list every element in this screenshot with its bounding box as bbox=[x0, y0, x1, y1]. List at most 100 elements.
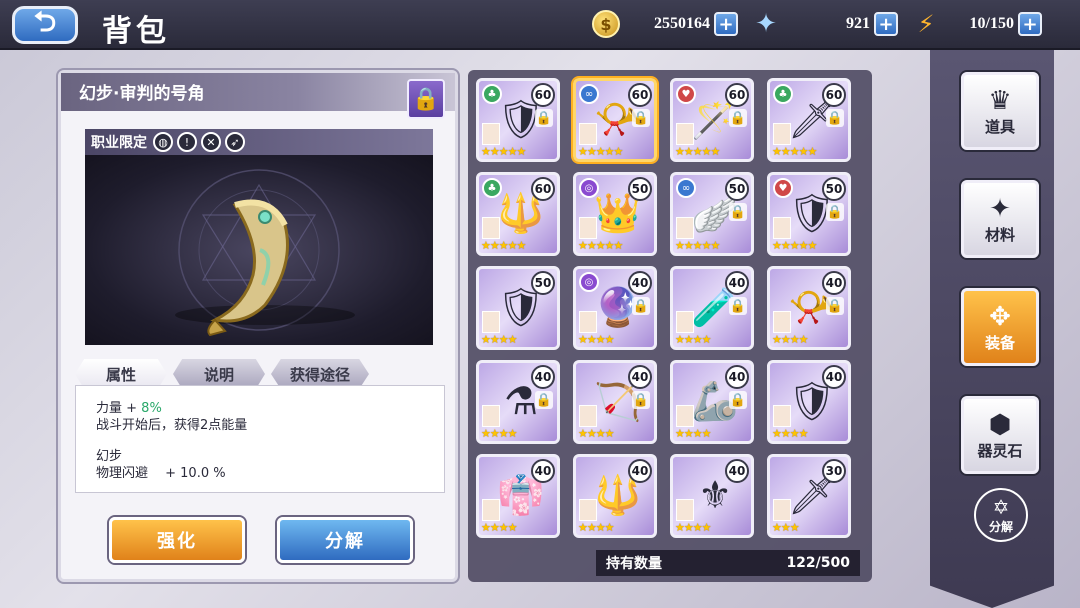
padlock-icon: 🔒 bbox=[535, 109, 553, 127]
inventory-item[interactable]: ⚗ 40 🔒 ★★★★ bbox=[476, 360, 560, 444]
item-level-badge: 50 bbox=[725, 177, 749, 201]
inventory-item[interactable]: 🔱 40 ★★★★ bbox=[573, 454, 657, 538]
inventory-item[interactable]: ♣ 🛡 60 🔒 ★★★★★ bbox=[476, 78, 560, 162]
inventory-item[interactable]: ♣ 🔱 60 ★★★★★ bbox=[476, 172, 560, 256]
stat-strength-value: 8% bbox=[141, 401, 162, 416]
inventory-item[interactable]: ♣ 🗡 60 🔒 ★★★★★ bbox=[767, 78, 851, 162]
padlock-icon: 🔒 bbox=[729, 391, 747, 409]
inventory-item[interactable]: 🦾 40 🔒 ★★★★ bbox=[670, 360, 754, 444]
sidebar-item-label: 材料 bbox=[984, 225, 1015, 244]
equipped-character-avatar bbox=[482, 405, 500, 427]
equipped-character-avatar bbox=[482, 123, 500, 145]
star-rating: ★★★★ bbox=[578, 427, 614, 440]
sidebar-item-label: 器灵石 bbox=[977, 441, 1023, 460]
back-button[interactable]: ⮌ bbox=[12, 5, 78, 44]
horn-artwork-icon bbox=[175, 169, 355, 337]
inventory-item[interactable]: ◎ 🔮 40 🔒 ★★★★ bbox=[573, 266, 657, 350]
item-level-badge: 60 bbox=[822, 83, 846, 107]
top-bar: ⮌ 背包 $ 2550164 + ✦ 921 + ⚡ 10/150 + bbox=[0, 0, 1080, 50]
add-gem-button[interactable]: + bbox=[874, 12, 898, 36]
inventory-item[interactable]: ∞ 🪽 50 🔒 ★★★★★ bbox=[670, 172, 754, 256]
star-rating: ★★★★ bbox=[481, 333, 517, 346]
item-level-badge: 40 bbox=[628, 271, 652, 295]
class-restriction-bar: 职业限定 ◍ ! ✕ ➶ bbox=[85, 129, 433, 155]
equipped-character-avatar bbox=[482, 499, 500, 521]
inventory-item[interactable]: 👘 40 ★★★★ bbox=[476, 454, 560, 538]
padlock-icon: 🔒 bbox=[826, 109, 844, 127]
crystal-icon: ✦ bbox=[989, 193, 1011, 224]
decompose-button[interactable]: 分解 bbox=[277, 517, 413, 563]
star-rating: ★★★★ bbox=[675, 333, 711, 346]
gold-value: 2550164 bbox=[654, 15, 710, 32]
padlock-icon: 🔒 bbox=[632, 391, 650, 409]
stat-line-strength: 力量 + 8% bbox=[96, 400, 424, 417]
inventory-item[interactable]: 🏹 40 🔒 ★★★★ bbox=[573, 360, 657, 444]
set-name: 幻步 bbox=[96, 449, 123, 464]
sidebar-decompose-button[interactable]: ✡ 分解 bbox=[974, 488, 1028, 542]
equipped-character-avatar bbox=[676, 499, 694, 521]
equipped-character-avatar bbox=[482, 217, 500, 239]
equipped-character-avatar bbox=[676, 123, 694, 145]
equipped-character-avatar bbox=[579, 123, 597, 145]
equipped-character-avatar bbox=[773, 217, 791, 239]
stat-strength-label: 力量 + bbox=[96, 401, 142, 416]
add-gold-button[interactable]: + bbox=[714, 12, 738, 36]
back-arrow-icon: ⮌ bbox=[33, 5, 57, 38]
spirit-stone-icon: ⬢ bbox=[988, 409, 1012, 440]
inventory-item[interactable]: 🗡 30 ★★★ bbox=[767, 454, 851, 538]
inventory-item[interactable]: 🧪 40 🔒 ★★★★ bbox=[670, 266, 754, 350]
coin-icon: $ bbox=[592, 10, 620, 38]
padlock-icon: 🔒 bbox=[729, 297, 747, 315]
inventory-item[interactable]: 📯 40 🔒 ★★★★ bbox=[767, 266, 851, 350]
inventory-item[interactable]: 🛡 40 ★★★★ bbox=[767, 360, 851, 444]
stat-line-evasion: 物理闪避 + 10.0 % bbox=[96, 466, 226, 481]
page-title: 背包 bbox=[102, 14, 170, 49]
item-level-badge: 60 bbox=[725, 83, 749, 107]
inventory-item[interactable]: 🛡 50 ★★★★ bbox=[476, 266, 560, 350]
star-rating: ★★★★★ bbox=[578, 239, 623, 252]
inventory-item[interactable]: ♥ 🛡 50 🔒 ★★★★★ bbox=[767, 172, 851, 256]
item-level-badge: 50 bbox=[628, 177, 652, 201]
pentagram-icon: ✡ bbox=[992, 494, 1010, 519]
item-name: 幻步·审判的号角 bbox=[79, 84, 205, 104]
item-level-badge: 50 bbox=[531, 271, 555, 295]
swords-class-icon: ✕ bbox=[201, 132, 221, 152]
sidebar-item-label: 装备 bbox=[984, 333, 1015, 352]
equipped-character-avatar bbox=[579, 217, 597, 239]
stat-line-energy: 战斗开始后，获得2点能量 bbox=[96, 418, 248, 433]
count-value: 122/500 bbox=[786, 555, 850, 571]
padlock-icon: 🔒 bbox=[632, 297, 650, 315]
enhance-button[interactable]: 强化 bbox=[109, 517, 245, 563]
padlock-icon: 🔒 bbox=[632, 109, 650, 127]
gem-value: 921 bbox=[846, 15, 870, 32]
sidebar-item-materials[interactable]: ✦ 材料 bbox=[961, 180, 1039, 258]
inventory-item[interactable]: ◎ 👑 50 ★★★★★ bbox=[573, 172, 657, 256]
shield-class-icon: ◍ bbox=[153, 132, 173, 152]
star-rating: ★★★★ bbox=[772, 333, 808, 346]
item-level-badge: 40 bbox=[725, 459, 749, 483]
equipped-character-avatar bbox=[579, 499, 597, 521]
item-level-badge: 60 bbox=[628, 83, 652, 107]
sidebar-item-props[interactable]: ♛ 道具 bbox=[961, 72, 1039, 150]
equipped-character-avatar bbox=[579, 311, 597, 333]
inventory-item[interactable]: ♥ 🪄 60 🔒 ★★★★★ bbox=[670, 78, 754, 162]
item-name-bar: 幻步·审判的号角 bbox=[61, 73, 455, 111]
equipped-character-avatar bbox=[773, 123, 791, 145]
inventory-item[interactable]: ⚜ 40 ★★★★ bbox=[670, 454, 754, 538]
padlock-icon: 🔒 bbox=[826, 203, 844, 221]
star-rating: ★★★★★ bbox=[772, 145, 817, 158]
sidebar-item-spirit-stones[interactable]: ⬢ 器灵石 bbox=[961, 396, 1039, 474]
inventory-grid: ♣ 🛡 60 🔒 ★★★★★ ∞ 📯 60 🔒 ★★★★★ ♥ 🪄 60 🔒 ★★★★★ ♣ 🗡 60 🔒 ★★★★★… bbox=[476, 78, 868, 548]
item-level-badge: 60 bbox=[531, 83, 555, 107]
sidebar-item-equipment[interactable]: ✥ 装备 bbox=[961, 288, 1039, 366]
star-rating: ★★★★★ bbox=[675, 145, 720, 158]
item-level-badge: 50 bbox=[822, 177, 846, 201]
star-rating: ★★★★ bbox=[578, 521, 614, 534]
armor-icon: ✥ bbox=[989, 301, 1011, 332]
lock-button[interactable]: 🔒 bbox=[407, 79, 445, 119]
add-stamina-button[interactable]: + bbox=[1018, 12, 1042, 36]
crystal-star-icon: ✦ bbox=[755, 9, 777, 39]
equipped-character-avatar bbox=[676, 311, 694, 333]
inventory-item[interactable]: ∞ 📯 60 🔒 ★★★★★ bbox=[573, 78, 657, 162]
star-rating: ★★★★ bbox=[675, 521, 711, 534]
